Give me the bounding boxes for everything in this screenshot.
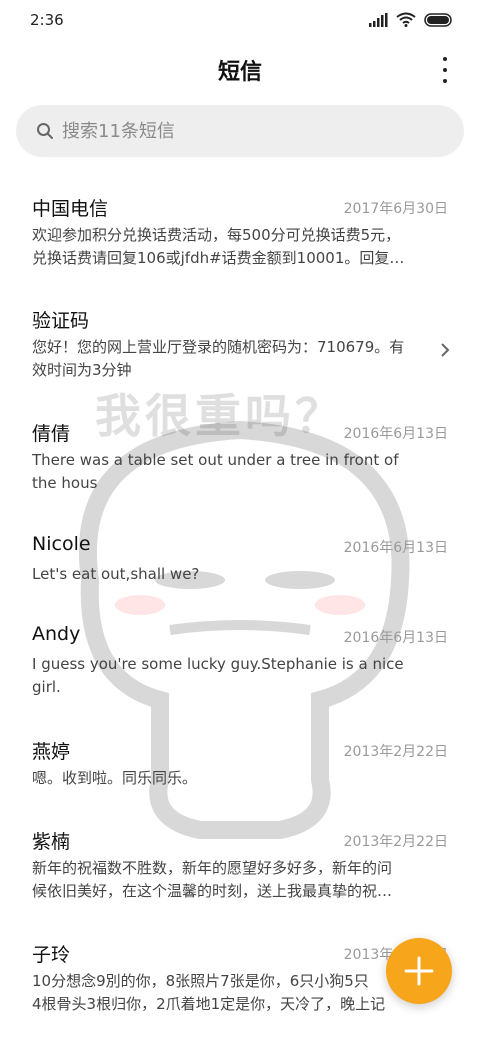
contact-name: Nicole [32,533,91,555]
message-preview: I guess you're some lucky guy.Stephanie … [32,653,438,699]
message-date: 2016年6月13日 [343,630,448,646]
search-input[interactable] [62,105,442,157]
plus-icon [404,956,434,986]
message-preview-line: 您好！您的网上营业厅登录的随机密码为：710679。有 [32,338,405,356]
message-preview-line: 4根骨头3根归你，2爪着地1定是你，天冷了，晚上记 [32,995,386,1013]
message-preview-line: 10分想念9別的你，8张照片7张是你，6只小狗5只 [32,972,369,990]
message-item[interactable]: Andy 2016年6月13日 I guess you're some luck… [0,611,480,723]
contact-name: 验证码 [32,310,90,332]
message-date: 2013年2月22日 [343,744,448,760]
contact-name: 中国电信 [32,198,109,220]
message-preview-line: There was a table set out under a tree i… [32,451,399,469]
contact-name: 紫楠 [32,831,71,853]
status-icons [368,12,454,27]
page-title: 短信 [217,60,262,85]
message-date: 2016年6月13日 [343,540,448,556]
message-preview: Let's eat out,shall we? [32,563,438,586]
message-date: 2017年6月30日 [343,201,448,217]
message-preview-line: girl. [32,678,61,696]
message-item[interactable]: 紫楠 2013年2月22日 新年的祝福数不胜数，新年的愿望好多好多，新年的问 候… [0,815,480,927]
message-preview-line: the hous [32,474,98,492]
chevron-right-icon[interactable] [440,342,450,358]
message-item[interactable]: 倩倩 2016年6月13日 There was a table set out … [0,407,480,519]
contact-name: Andy [32,623,81,645]
more-dot-icon [443,79,447,83]
more-dot-icon [443,68,447,72]
more-dot-icon [443,57,447,61]
message-item[interactable]: Nicole 2016年6月13日 Let's eat out,shall we… [0,521,480,611]
contact-name: 倩倩 [32,423,71,445]
contact-name: 燕婷 [32,741,71,763]
status-bar: 2:36 [0,0,480,42]
message-item[interactable]: 验证码 您好！您的网上营业厅登录的随机密码为：710679。有 效时间为3分钟 [0,294,480,406]
message-item[interactable]: 中国电信 2017年6月30日 欢迎参加积分兑换话费活动，每500分可兑换话费5… [0,182,480,294]
message-item[interactable]: 燕婷 2013年2月22日 嗯。收到啦。同乐同乐。 [0,725,480,815]
wifi-icon [396,12,416,27]
message-preview-line: 嗯。收到啦。同乐同乐。 [32,769,198,787]
search-bar[interactable] [16,105,464,157]
message-preview-line: Let's eat out,shall we? [32,565,200,583]
message-preview-line: 欢迎参加积分兑换话费活动，每500分可兑换话费5元， [32,226,401,244]
battery-icon [424,12,452,27]
message-date: 2013年2月22日 [343,834,448,850]
signal-icon [369,12,388,27]
new-message-button[interactable] [386,938,452,1004]
message-preview-line: 新年的祝福数不胜数，新年的愿望好多好多，新年的问 [32,859,393,877]
message-preview: 嗯。收到啦。同乐同乐。 [32,767,438,790]
search-icon [37,123,53,139]
status-time: 2:36 [30,11,64,29]
message-preview: 欢迎参加积分兑换话费活动，每500分可兑换话费5元， 兑换话费请回复106或jf… [32,224,438,270]
message-date: 2016年6月13日 [343,426,448,442]
message-preview-line: 效时间为3分钟 [32,361,132,379]
more-options-button[interactable] [436,57,454,83]
message-preview: 您好！您的网上营业厅登录的随机密码为：710679。有 效时间为3分钟 [32,336,438,382]
message-preview-line: I guess you're some lucky guy.Stephanie … [32,655,404,673]
contact-name: 子玲 [32,944,71,966]
message-preview-line: 兑换话费请回复106或jfdh#话费金额到10001。回复… [32,249,405,267]
message-preview: 新年的祝福数不胜数，新年的愿望好多好多，新年的问 候依旧美好，在这个温馨的时刻，… [32,857,438,903]
message-preview: There was a table set out under a tree i… [32,449,438,495]
message-preview: 10分想念9別的你，8张照片7张是你，6只小狗5只 4根骨头3根归你，2爪着地1… [32,970,438,1016]
app-header: 短信 [0,44,480,96]
message-preview-line: 候依旧美好，在这个温馨的时刻，送上我最真挚的祝… [32,882,393,900]
